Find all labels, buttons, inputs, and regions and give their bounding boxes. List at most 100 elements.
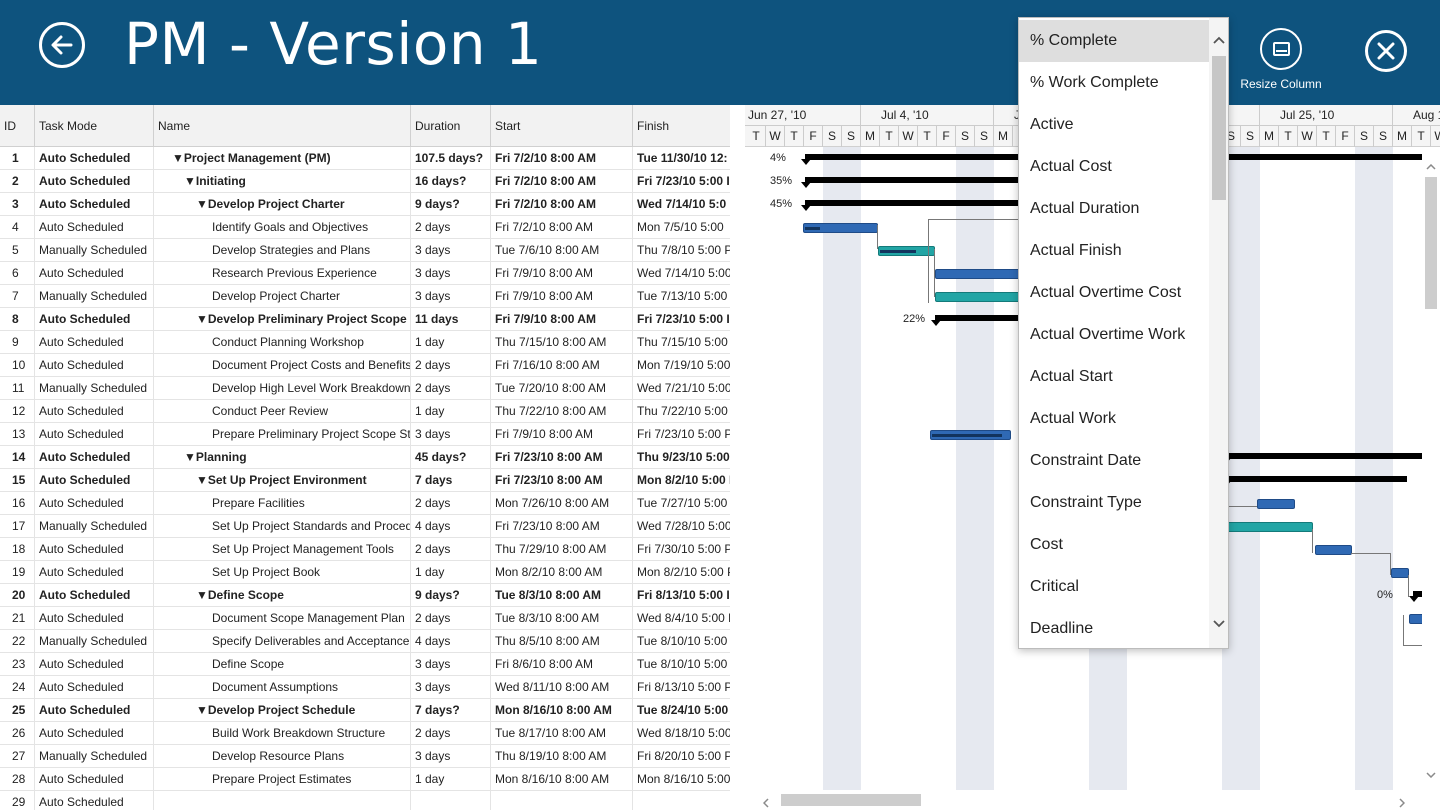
cell-start[interactable]: Thu 7/22/10 8:00 AM (491, 400, 633, 423)
summary-bar[interactable] (1225, 476, 1407, 482)
cell-task-mode[interactable]: Auto Scheduled (35, 170, 154, 193)
cell-finish[interactable]: Fri 7/23/10 5:00 Pl (633, 423, 730, 446)
cell-id[interactable]: 1 (0, 147, 35, 170)
cell-start[interactable] (491, 791, 633, 810)
cell-duration[interactable]: 1 day (411, 331, 491, 354)
cell-duration[interactable]: 1 day (411, 768, 491, 791)
cell-task-mode[interactable]: Auto Scheduled (35, 561, 154, 584)
cell-duration[interactable] (411, 791, 491, 810)
cell-duration[interactable]: 3 days (411, 653, 491, 676)
table-row[interactable]: 26 Auto Scheduled Build Work Breakdown Str… (0, 722, 730, 745)
dropdown-scrollbar[interactable] (1209, 18, 1228, 648)
close-button[interactable] (1365, 30, 1407, 72)
dropdown-option[interactable]: % Work Complete (1019, 62, 1209, 104)
cell-task-mode[interactable]: Auto Scheduled (35, 216, 154, 239)
cell-name[interactable]: ▼Planning (154, 446, 411, 469)
scroll-thumb[interactable] (781, 794, 921, 806)
cell-task-mode[interactable]: Auto Scheduled (35, 607, 154, 630)
table-row[interactable]: 25 Auto Scheduled ▼Develop Project Schedul… (0, 699, 730, 722)
cell-start[interactable]: Thu 8/5/10 8:00 AM (491, 630, 633, 653)
auto-task-bar[interactable] (1315, 545, 1352, 555)
cell-name[interactable]: ▼Set Up Project Environment (154, 469, 411, 492)
table-row[interactable]: 9 Auto Scheduled Conduct Planning Workshop… (0, 331, 730, 354)
cell-id[interactable]: 24 (0, 676, 35, 699)
table-row[interactable]: 24 Auto Scheduled Document Assumptions 3 da… (0, 676, 730, 699)
summary-bar[interactable] (805, 177, 1025, 183)
cell-duration[interactable]: 4 days (411, 630, 491, 653)
cell-task-mode[interactable]: Auto Scheduled (35, 331, 154, 354)
cell-start[interactable]: Fri 7/9/10 8:00 AM (491, 285, 633, 308)
gantt-vertical-scrollbar[interactable] (1422, 147, 1440, 790)
cell-task-mode[interactable]: Auto Scheduled (35, 193, 154, 216)
cell-start[interactable]: Tue 8/3/10 8:00 AM (491, 607, 633, 630)
cell-finish[interactable]: Wed 7/21/10 5:00 (633, 377, 730, 400)
cell-finish[interactable]: Wed 7/28/10 5:00 (633, 515, 730, 538)
cell-name[interactable]: ▼Initiating (154, 170, 411, 193)
cell-name[interactable]: ▼Develop Project Schedule (154, 699, 411, 722)
cell-task-mode[interactable]: Auto Scheduled (35, 423, 154, 446)
cell-finish[interactable]: Tue 8/10/10 5:00 F (633, 653, 730, 676)
table-row[interactable]: 11 Manually Scheduled Develop High Level W… (0, 377, 730, 400)
cell-start[interactable]: Fri 7/2/10 8:00 AM (491, 170, 633, 193)
scroll-thumb[interactable] (1425, 177, 1437, 309)
cell-start[interactable]: Mon 7/26/10 8:00 AM (491, 492, 633, 515)
table-row[interactable]: 4 Auto Scheduled Identify Goals and Object… (0, 216, 730, 239)
dropdown-option[interactable]: Actual Work (1019, 398, 1209, 440)
table-row[interactable]: 13 Auto Scheduled Prepare Preliminary Proj… (0, 423, 730, 446)
cell-name[interactable]: Document Project Costs and Benefits (154, 354, 411, 377)
dropdown-option[interactable]: Actual Duration (1019, 188, 1209, 230)
dropdown-option[interactable]: Actual Overtime Work (1019, 314, 1209, 356)
cell-start[interactable]: Fri 7/9/10 8:00 AM (491, 423, 633, 446)
cell-start[interactable]: Fri 7/16/10 8:00 AM (491, 354, 633, 377)
cell-start[interactable]: Mon 8/16/10 8:00 AM (491, 699, 633, 722)
table-row[interactable]: 23 Auto Scheduled Define Scope 3 days Fri 8/… (0, 653, 730, 676)
cell-duration[interactable]: 3 days (411, 676, 491, 699)
cell-task-mode[interactable]: Auto Scheduled (35, 308, 154, 331)
cell-id[interactable]: 12 (0, 400, 35, 423)
cell-task-mode[interactable]: Auto Scheduled (35, 584, 154, 607)
cell-name[interactable]: Develop High Level Work Breakdown S (154, 377, 411, 400)
dropdown-option[interactable]: Actual Cost (1019, 146, 1209, 188)
cell-duration[interactable]: 2 days (411, 492, 491, 515)
cell-finish[interactable]: Mon 8/2/10 5:00 F (633, 469, 730, 492)
cell-duration[interactable]: 3 days (411, 745, 491, 768)
table-row[interactable]: 27 Manually Scheduled Develop Resource Pla… (0, 745, 730, 768)
cell-task-mode[interactable]: Auto Scheduled (35, 147, 154, 170)
cell-duration[interactable]: 2 days (411, 354, 491, 377)
cell-start[interactable]: Wed 8/11/10 8:00 AM (491, 676, 633, 699)
dropdown-option[interactable]: Actual Overtime Cost (1019, 272, 1209, 314)
column-header-id[interactable]: ID (0, 105, 35, 147)
cell-finish[interactable]: Mon 8/16/10 5:00 (633, 768, 730, 791)
dropdown-option[interactable]: Actual Start (1019, 356, 1209, 398)
cell-task-mode[interactable]: Manually Scheduled (35, 239, 154, 262)
cell-finish[interactable]: Fri 8/13/10 5:00 Pl (633, 676, 730, 699)
cell-start[interactable]: Fri 8/6/10 8:00 AM (491, 653, 633, 676)
cell-start[interactable]: Thu 8/19/10 8:00 AM (491, 745, 633, 768)
cell-finish[interactable]: Fri 8/13/10 5:00 I (633, 584, 730, 607)
cell-finish[interactable]: Wed 7/14/10 5:0 (633, 193, 730, 216)
cell-duration[interactable]: 4 days (411, 515, 491, 538)
cell-duration[interactable]: 16 days? (411, 170, 491, 193)
cell-task-mode[interactable]: Auto Scheduled (35, 469, 154, 492)
cell-task-mode[interactable]: Auto Scheduled (35, 400, 154, 423)
summary-bar[interactable] (1225, 453, 1440, 459)
cell-start[interactable]: Thu 7/15/10 8:00 AM (491, 331, 633, 354)
dropdown-option[interactable]: Cost (1019, 524, 1209, 566)
cell-finish[interactable]: Tue 11/30/10 12: (633, 147, 730, 170)
cell-name[interactable]: ▼Define Scope (154, 584, 411, 607)
cell-task-mode[interactable]: Auto Scheduled (35, 538, 154, 561)
cell-name[interactable]: Conduct Peer Review (154, 400, 411, 423)
cell-finish[interactable]: Wed 7/14/10 5:00 (633, 262, 730, 285)
cell-name[interactable]: Set Up Project Standards and Procedu (154, 515, 411, 538)
cell-id[interactable]: 15 (0, 469, 35, 492)
cell-task-mode[interactable]: Manually Scheduled (35, 285, 154, 308)
cell-finish[interactable]: Fri 7/23/10 5:00 I (633, 308, 730, 331)
cell-name[interactable]: Develop Project Charter (154, 285, 411, 308)
column-header-task-mode[interactable]: Task Mode (35, 105, 154, 147)
cell-id[interactable]: 26 (0, 722, 35, 745)
table-row[interactable]: 7 Manually Scheduled Develop Project Chart… (0, 285, 730, 308)
cell-name[interactable]: Develop Strategies and Plans (154, 239, 411, 262)
cell-finish[interactable]: Tue 7/27/10 5:00 F (633, 492, 730, 515)
column-header-start[interactable]: Start (491, 105, 633, 147)
cell-id[interactable]: 23 (0, 653, 35, 676)
